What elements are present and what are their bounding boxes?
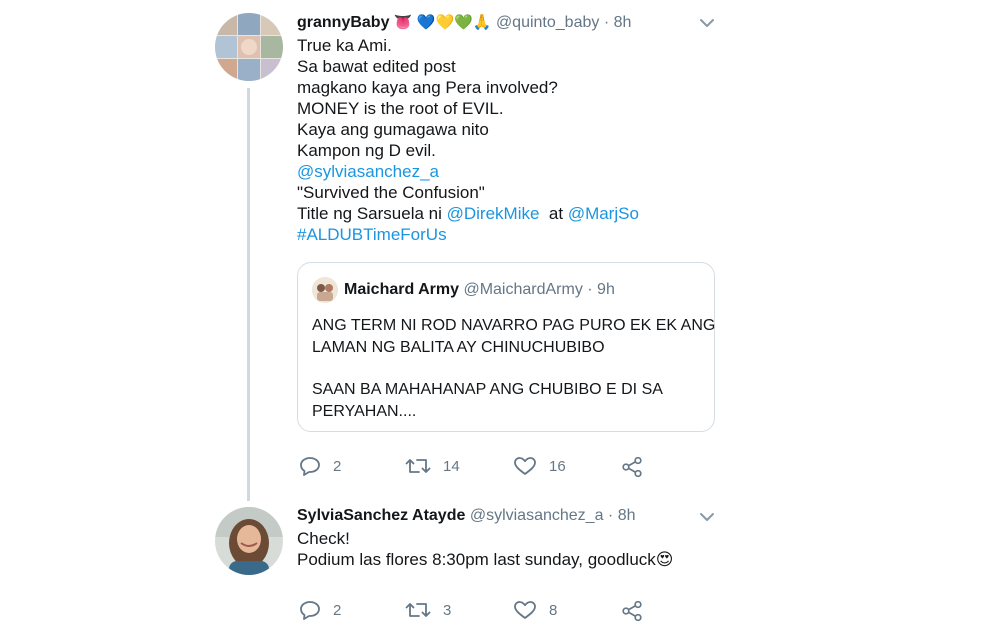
tweet-header: grannyBaby 👅 💙💛💚🙏 @quinto_baby · 8h [297,13,631,32]
avatar-sylviasanchez[interactable] [215,507,283,575]
reply-icon [299,600,321,620]
quoted-user-handle[interactable]: @MaichardArmy [463,281,582,298]
tweet-header: SylviaSanchez Atayde @sylviasanchez_a · … [297,507,636,525]
share-icon [621,456,643,478]
mention-link[interactable]: @DirekMike [447,204,540,223]
timestamp[interactable]: · 8h [604,14,632,31]
avatar-photo-image [215,507,283,575]
chevron-down-icon[interactable] [696,12,718,34]
quoted-line: LAMAN NG BALITA AY CHINUCHUBIBO [312,339,605,356]
tweet-line: Kampon ng D evil. [297,141,436,160]
timestamp[interactable]: · 8h [608,507,636,524]
hashtag-link[interactable]: #ALDUBTimeForUs [297,224,639,245]
title-prefix-text: Title ng Sarsuela ni [297,204,447,223]
quoted-timestamp[interactable]: · 9h [587,281,615,298]
display-name[interactable]: grannyBaby [297,14,389,31]
user-handle[interactable]: @sylviasanchez_a [470,507,604,524]
tweet-line: Check! [297,529,350,548]
thread-connector-line [247,88,250,501]
share-button[interactable] [621,456,643,478]
like-button[interactable]: 8 [513,600,557,620]
retweet-icon [405,600,431,620]
avatar-grannybaby[interactable] [215,13,283,81]
reply-button[interactable]: 2 [299,456,341,476]
chevron-down-icon[interactable] [696,506,718,528]
quoted-line: SAAN BA MAHAHANAP ANG CHUBIBO E DI SA [312,381,663,398]
tweet-line: Sa bawat edited post [297,57,456,76]
reply-button[interactable]: 2 [299,600,341,620]
title-at-text: at [539,204,568,223]
tweet-line: magkano kaya ang Pera involved? [297,78,558,97]
quoted-tweet-text: ANG TERM NI ROD NAVARRO PAG PURO EK EK A… [312,315,715,423]
reply-icon [299,456,321,476]
retweet-icon [405,456,431,476]
tweet-line: "Survived the Confusion" [297,183,485,202]
tweet-line-title: Title ng Sarsuela ni @DirekMike at @Marj… [297,203,639,224]
quoted-line: ANG TERM NI ROD NAVARRO PAG PURO EK EK A… [312,317,716,334]
mention-link[interactable]: @MarjSo [568,204,639,223]
quoted-tweet-card[interactable]: Maichard Army @MaichardArmy · 9h ANG TER… [297,262,715,432]
reply-count: 2 [333,601,342,619]
tweet-text: Check! Podium las flores 8:30pm last sun… [297,528,674,570]
display-name[interactable]: SylviaSanchez Atayde [297,507,465,524]
retweet-count: 14 [443,457,460,475]
tweet-line: True ka Ami. [297,36,392,55]
avatar-collage-image [215,13,283,81]
quoted-line-blank [312,359,715,379]
tweet-text: True ka Ami. Sa bawat edited post magkan… [297,35,639,245]
like-button[interactable]: 16 [513,456,566,476]
display-name-emoji: 👅 💙💛💚🙏 [393,14,492,31]
reply-count: 2 [333,457,342,475]
retweet-button[interactable]: 3 [405,600,451,620]
user-handle[interactable]: @quinto_baby [496,14,599,31]
mention-link[interactable]: @sylviasanchez_a [297,161,639,182]
tweet-line: Podium las flores 8:30pm last sunday, go… [297,550,674,569]
heart-icon [513,600,537,620]
retweet-count: 3 [443,601,452,619]
heart-icon [513,456,537,476]
quoted-tweet-header: Maichard Army @MaichardArmy · 9h [344,281,615,299]
tweet-line: MONEY is the root of EVIL. [297,99,504,118]
quoted-avatar[interactable] [312,277,338,303]
like-count: 16 [549,457,566,475]
quoted-avatar-image [312,277,338,303]
share-button[interactable] [621,600,643,622]
tweet-line: Kaya ang gumagawa nito [297,120,489,139]
quoted-display-name[interactable]: Maichard Army [344,281,459,298]
like-count: 8 [549,601,558,619]
quoted-line: PERYAHAN.... [312,403,417,420]
share-icon [621,600,643,622]
retweet-button[interactable]: 14 [405,456,460,476]
